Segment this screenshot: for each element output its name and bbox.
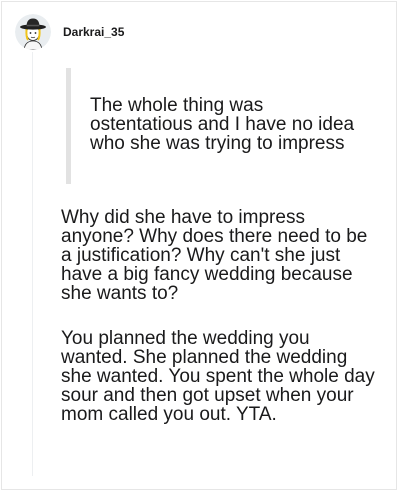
- comment-paragraph-2: You planned the wedding you wanted. She …: [61, 328, 375, 425]
- comment-header: Darkrai_35: [15, 12, 124, 52]
- blockquote-bar: [66, 68, 71, 184]
- comment-paragraph-1: Why did she have to impress anyone? Why …: [61, 207, 368, 304]
- blockquote-text: The whole thing was ostentatious and I h…: [90, 95, 355, 154]
- thread-line[interactable]: [32, 52, 33, 476]
- username[interactable]: Darkrai_35: [63, 25, 124, 39]
- avatar[interactable]: [15, 14, 51, 50]
